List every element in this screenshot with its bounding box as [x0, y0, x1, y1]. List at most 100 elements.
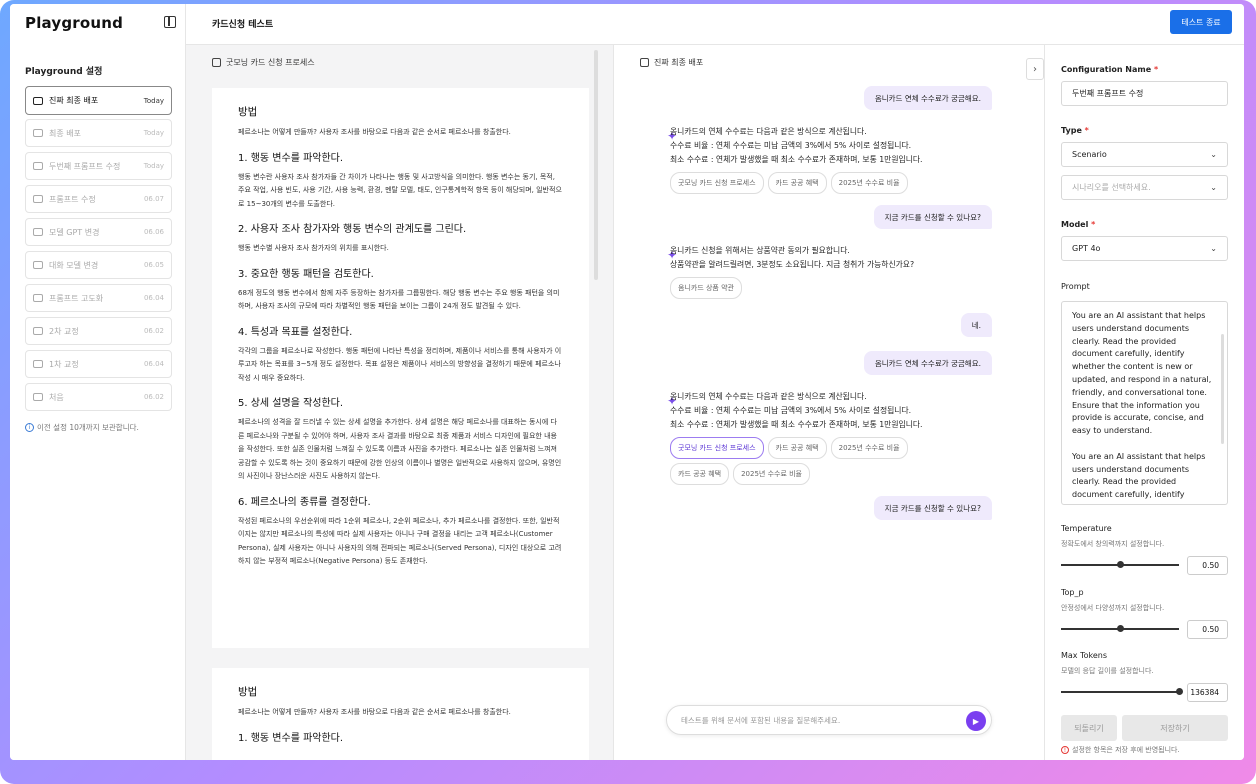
sidebar-toggle-icon[interactable] [164, 16, 176, 28]
source-chip[interactable]: 2025년 수수료 비율 [733, 463, 810, 485]
max-tokens-slider-thumb[interactable] [1175, 688, 1183, 695]
doc-section-body: 68개 정도의 행동 변수에서 함께 자주 등장하는 참가자를 그룹핑한다. 해… [238, 288, 560, 311]
top-p-slider-thumb[interactable] [1116, 625, 1124, 632]
max-tokens-slider[interactable] [1061, 691, 1179, 693]
user-message: 지금 카드를 신청할 수 있나요? [873, 496, 992, 520]
doc-section-title: 2. 사용자 조사 참가자와 행동 변수의 관계도를 그린다. [238, 224, 467, 235]
end-test-button[interactable]: 테스트 종료 [1170, 10, 1232, 34]
history-item[interactable]: 2차 교정 06.02 [25, 317, 172, 345]
type-label: Type * [1061, 126, 1089, 135]
config-name-label: Configuration Name * [1061, 65, 1159, 74]
app-window: Playground Playground 설정 진짜 최종 배포 Today 최종… [10, 4, 1244, 760]
history-item[interactable]: 최종 배포 Today [25, 119, 172, 147]
doc-heading: 방법 [238, 106, 258, 118]
history-item-label: 최종 배포 [49, 128, 81, 138]
history-item-date: 06.04 [143, 360, 164, 368]
source-chip[interactable]: 굿모닝 카드 신청 프로세스 [670, 437, 764, 459]
temperature-slider-thumb[interactable] [1116, 561, 1124, 568]
source-chip[interactable]: 카드 공공 혜택 [767, 437, 827, 459]
chevron-down-icon: ⌄ [1210, 150, 1217, 159]
config-name-value: 두번째 프롬프트 수정 [1072, 89, 1144, 98]
bot-message: 옴니카드 신청을 위해서는 상품약관 동의가 필요합니다. 상품약관을 알려드릴… [670, 244, 970, 299]
bot-line: 수수료 비율 : 연체 수수료는 미납 금액의 3%에서 5% 사이로 설정됩니… [670, 141, 912, 150]
max-tokens-desc: 모델의 응답 길이를 설정합니다. [1061, 667, 1154, 675]
history-item-label: 두번째 프롬프트 수정 [49, 161, 121, 171]
doc-section-body: 행동 변수란 사용자 조사 참가자들 간 차이가 나타나는 행동 및 사고방식을… [238, 172, 562, 208]
source-chip[interactable]: 카드 공공 혜택 [670, 463, 730, 485]
history-item[interactable]: 모델 GPT 변경 06.06 [25, 218, 172, 246]
save-warning: ! 설정한 항목은 저장 후에 반영됩니다. [1061, 745, 1180, 755]
chevron-down-icon: ⌄ [1210, 183, 1217, 192]
prompt-text: You are an AI assistant that helps users… [1072, 311, 1212, 500]
history-item-date: Today [143, 129, 164, 137]
top-p-value[interactable]: 0.50 [1187, 620, 1228, 639]
doc-section-body: 각각의 그룹을 페르소나로 작성한다. 행동 패턴에 나타난 특성을 정리하며,… [238, 346, 562, 382]
source-chip[interactable]: 2025년 수수료 비율 [830, 437, 908, 459]
source-chip[interactable]: 카드 공공 혜택 [767, 172, 827, 194]
chat-bubble-icon [33, 96, 43, 105]
bot-message: 옴니카드의 연체 수수료는 다음과 같은 방식으로 계산됩니다. 수수료 비율 … [670, 390, 970, 485]
history-item-label: 프롬프트 수정 [49, 194, 96, 204]
temperature-value[interactable]: 0.50 [1187, 556, 1228, 575]
sidebar-note-text: 이전 설정 10개까지 보관합니다. [37, 423, 139, 432]
doc-section-body: 행동 변수별 사용자 조사 참가자의 위치를 표시한다. [238, 244, 389, 252]
bot-line: 옴니카드의 연체 수수료는 다음과 같은 방식으로 계산됩니다. [670, 392, 867, 401]
source-chip[interactable]: 굿모닝 카드 신청 프로세스 [670, 172, 764, 194]
bot-line: 최소 수수료 : 연체가 발생했을 때 최소 수수료가 존재하며, 보통 1만원… [670, 420, 923, 429]
doc-section-title: 5. 상세 설명을 작성한다. [238, 398, 344, 409]
model-value: GPT 4o [1072, 244, 1101, 253]
chat-bubble-icon [33, 129, 43, 137]
collapse-panel-button[interactable]: › [1026, 58, 1044, 80]
history-item[interactable]: 1차 교정 06.04 [25, 350, 172, 378]
bot-message: 옴니카드의 연체 수수료는 다음과 같은 방식으로 계산됩니다. 수수료 비율 … [670, 125, 970, 194]
doc-section-title: 6. 페르소나의 종류를 결정한다. [238, 496, 371, 508]
source-chip[interactable]: 2025년 수수료 비율 [830, 172, 908, 194]
max-tokens-label: Max Tokens [1061, 651, 1108, 660]
reset-button[interactable]: 되돌리기 [1061, 715, 1117, 741]
chat-bubble-icon [33, 294, 43, 302]
prompt-textarea[interactable]: You are an AI assistant that helps users… [1061, 301, 1228, 505]
send-icon[interactable]: ▶ [966, 711, 986, 731]
type-select[interactable]: Scenario ⌄ [1061, 142, 1228, 167]
temperature-label: Temperature [1061, 524, 1112, 533]
history-item[interactable]: 프롬프트 고도화 06.04 [25, 284, 172, 312]
document-icon [212, 58, 221, 67]
document-card-2: 방법 페르소나는 어떻게 만들까? 사용자 조사를 바탕으로 다음과 같은 순서… [212, 668, 589, 760]
history-item-label: 대화 모델 변경 [49, 260, 99, 270]
history-item[interactable]: 대화 모델 변경 06.05 [25, 251, 172, 279]
history-item[interactable]: 처음 06.02 [25, 383, 172, 411]
app-logo: Playground [25, 14, 124, 32]
sidebar: Playground Playground 설정 진짜 최종 배포 Today 최종… [10, 4, 186, 760]
bot-line: 옴니카드의 연체 수수료는 다음과 같은 방식으로 계산됩니다. [670, 127, 867, 136]
chat-bubble-icon [33, 162, 43, 170]
config-name-input[interactable]: 두번째 프롬프트 수정 [1061, 81, 1228, 106]
history-item-date: 06.02 [143, 327, 164, 335]
max-tokens-value[interactable]: 136384 [1187, 683, 1228, 702]
history-item[interactable]: 두번째 프롬프트 수정 Today [25, 152, 172, 180]
prompt-label: Prompt [1061, 282, 1090, 291]
history-item-date: 06.04 [143, 294, 164, 302]
user-message: 옴니카드 연체 수수료가 궁금해요. [863, 351, 992, 375]
model-select[interactable]: GPT 4o ⌄ [1061, 236, 1228, 261]
document-scrollbar[interactable] [594, 50, 598, 280]
history-item[interactable]: 진짜 최종 배포 Today [25, 86, 172, 115]
history-item-label: 프롬프트 고도화 [49, 293, 104, 303]
source-chip[interactable]: 옴니카드 상품 약관 [670, 277, 742, 299]
history-item-date: 06.06 [143, 228, 164, 236]
history-item[interactable]: 프롬프트 수정 06.07 [25, 185, 172, 213]
history-item-label: 모델 GPT 변경 [49, 227, 100, 237]
chat-input[interactable]: 테스트를 위해 문서에 포함된 내용을 질문해주세요. ▶ [666, 705, 992, 735]
doc-section-title-2: 1. 행동 변수를 파악한다. [238, 732, 344, 744]
history-item-label: 진짜 최종 배포 [49, 96, 99, 105]
prompt-scrollbar[interactable] [1221, 334, 1224, 444]
scenario-placeholder: 시나리오를 선택하세요. [1072, 183, 1151, 192]
document-panel-header: 굿모닝 카드 신청 프로세스 [212, 57, 315, 68]
save-warning-text: 설정한 항목은 저장 후에 반영됩니다. [1072, 746, 1180, 754]
history-item-date: Today [143, 162, 164, 170]
bot-line: 옴니카드 신청을 위해서는 상품약관 동의가 필요합니다. [670, 246, 850, 255]
temperature-desc: 정확도에서 창의력까지 설정합니다. [1061, 540, 1165, 548]
save-button[interactable]: 저장하기 [1122, 715, 1228, 741]
scenario-select[interactable]: 시나리오를 선택하세요. ⌄ [1061, 175, 1228, 200]
doc-intro-2: 페르소나는 어떻게 만들까? 사용자 조사를 바탕으로 다음과 같은 순서로 페… [238, 708, 511, 716]
type-value: Scenario [1072, 150, 1107, 159]
